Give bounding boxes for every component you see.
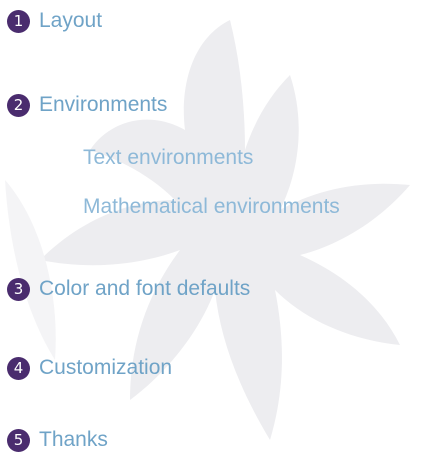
section-number-badge: 2 bbox=[7, 93, 30, 117]
toc-section-3[interactable]: 3 Color and font defaults bbox=[7, 274, 250, 304]
section-title[interactable]: Thanks bbox=[39, 428, 108, 452]
toc-subsection-mathematical-environments[interactable]: Mathematical environments bbox=[83, 192, 340, 222]
section-title[interactable]: Customization bbox=[39, 356, 172, 380]
section-number-badge: 1 bbox=[7, 9, 30, 33]
section-title[interactable]: Environments bbox=[39, 93, 167, 117]
section-number-badge: 3 bbox=[7, 277, 30, 301]
toc-section-4[interactable]: 4 Customization bbox=[7, 353, 172, 383]
toc-subsection-text-environments[interactable]: Text environments bbox=[83, 143, 253, 173]
section-title[interactable]: Layout bbox=[39, 9, 102, 33]
section-number-badge: 5 bbox=[7, 428, 30, 452]
table-of-contents: 1 Layout 2 Environments Text environment… bbox=[0, 0, 439, 462]
section-number-badge: 4 bbox=[7, 356, 30, 380]
toc-section-2[interactable]: 2 Environments bbox=[7, 90, 167, 120]
toc-section-1[interactable]: 1 Layout bbox=[7, 6, 102, 36]
toc-section-5[interactable]: 5 Thanks bbox=[7, 425, 108, 455]
section-title[interactable]: Color and font defaults bbox=[39, 277, 250, 301]
